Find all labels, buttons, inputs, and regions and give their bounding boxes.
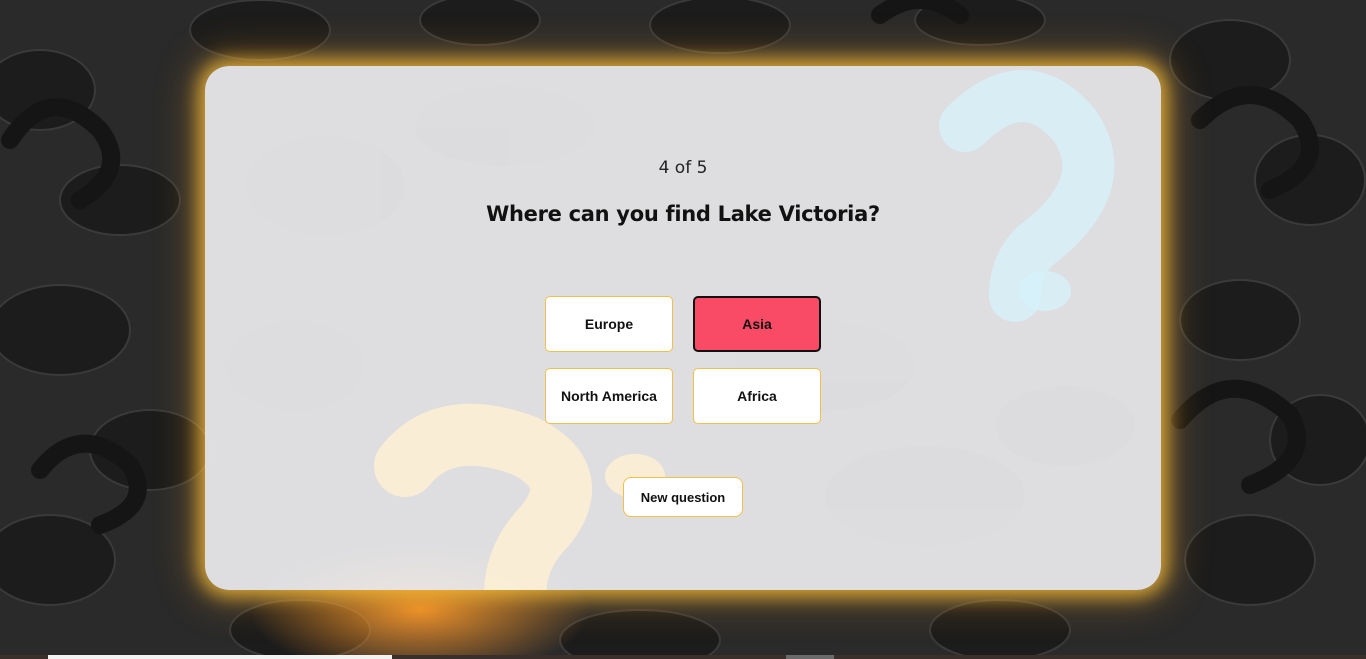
answer-button-north-america[interactable]: North America (545, 368, 673, 424)
question-counter: 4 of 5 (658, 158, 708, 178)
answer-grid: Europe Asia North America Africa (545, 296, 821, 424)
answer-button-africa[interactable]: Africa (693, 368, 821, 424)
new-question-button[interactable]: New question (623, 477, 743, 517)
bottom-scrollbar[interactable] (0, 655, 1366, 659)
answer-button-europe[interactable]: Europe (545, 296, 673, 352)
scrollbar-thumb[interactable] (48, 655, 392, 659)
answer-button-asia[interactable]: Asia (693, 296, 821, 352)
question-text: Where can you find Lake Victoria? (486, 202, 880, 226)
scrollbar-segment (786, 655, 834, 659)
quiz-card: 4 of 5 Where can you find Lake Victoria?… (205, 66, 1161, 590)
